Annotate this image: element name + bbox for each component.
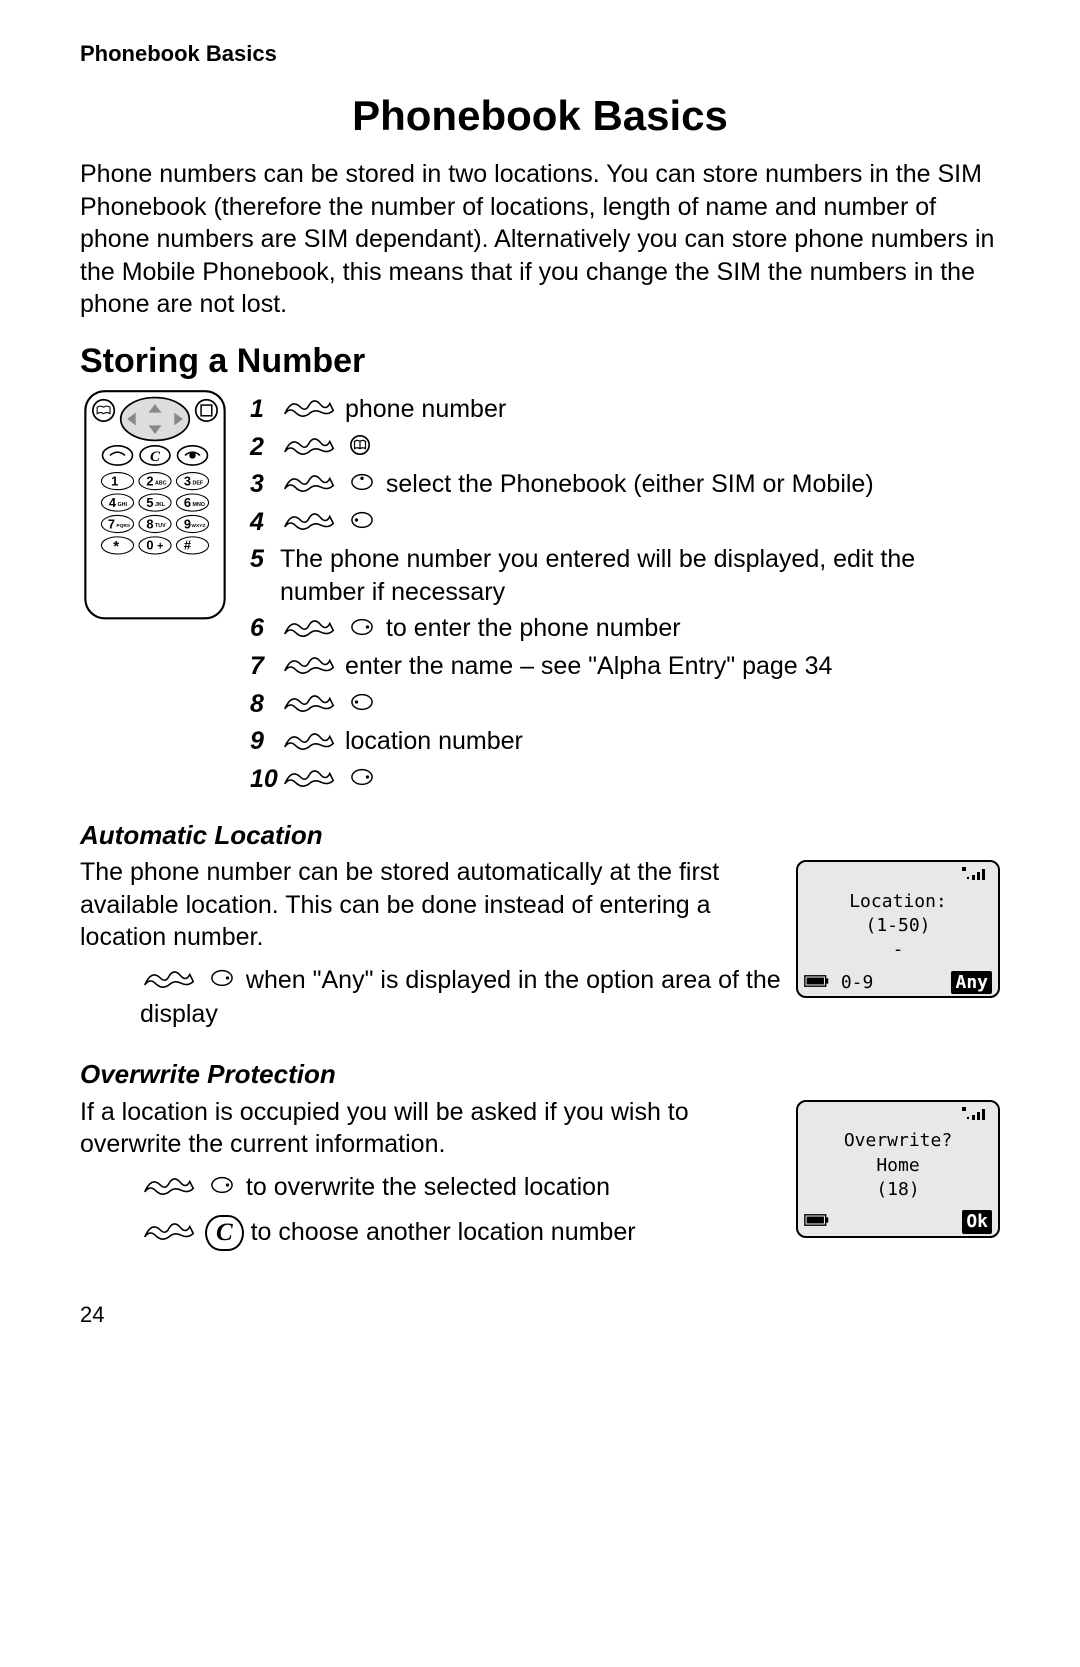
battery-icon xyxy=(804,1210,830,1233)
press-icon xyxy=(283,394,335,427)
svg-text:#: # xyxy=(184,538,191,553)
battery-icon: 0-9 xyxy=(804,971,873,994)
phonebook-icon xyxy=(348,432,372,465)
screen-text: Location: xyxy=(802,890,994,914)
step-text: to enter the phone number xyxy=(386,614,681,642)
press-icon xyxy=(283,507,335,540)
screen-text: (18) xyxy=(802,1178,994,1202)
screen-text: Home xyxy=(802,1154,994,1178)
press-icon xyxy=(283,432,335,465)
step-text: enter the name – see "Alpha Entry" page … xyxy=(345,652,833,680)
svg-text:1: 1 xyxy=(111,473,118,488)
svg-text:GHI: GHI xyxy=(118,502,128,508)
softkey-ok: Ok xyxy=(962,1210,992,1233)
nav-right-icon xyxy=(208,1172,236,1205)
press-icon xyxy=(283,469,335,502)
nav-right-icon xyxy=(348,764,376,797)
nav-right-icon xyxy=(208,965,236,998)
press-icon xyxy=(283,764,335,797)
steps-list: 1 phone number 2 3 select the Phonebook … xyxy=(250,393,1000,797)
subsection-overwrite: Overwrite Protection xyxy=(80,1058,1000,1092)
softkey-any: Any xyxy=(951,971,992,994)
svg-text:ABC: ABC xyxy=(155,480,167,486)
subsection-auto: Automatic Location xyxy=(80,819,1000,853)
svg-text:+: + xyxy=(157,541,163,553)
svg-text:0: 0 xyxy=(146,538,153,553)
nav-left-icon xyxy=(348,689,376,722)
nav-left-icon xyxy=(348,507,376,540)
svg-text:3: 3 xyxy=(184,473,191,488)
press-icon xyxy=(143,1172,195,1205)
phone-illustration: C 1 2ABC 3DEF 4GHI 5JKL 6MNO 7PQRS 8TUV … xyxy=(80,389,240,633)
step-text: select the Phonebook (either SIM or Mobi… xyxy=(386,470,874,498)
phone-screen-location: Location: (1-50) - 0-9 Any xyxy=(796,860,1000,998)
page-title: Phonebook Basics xyxy=(80,89,1000,144)
svg-text:7: 7 xyxy=(108,516,115,531)
svg-text:WXYZ: WXYZ xyxy=(191,523,205,529)
press-icon xyxy=(283,689,335,722)
step-text: The phone number you entered will be dis… xyxy=(280,543,1000,608)
screen-text: Overwrite? xyxy=(802,1129,994,1153)
svg-text:8: 8 xyxy=(146,516,153,531)
section-storing: Storing a Number xyxy=(80,339,1000,383)
svg-text:MNO: MNO xyxy=(192,502,204,508)
screen-text: - xyxy=(802,938,994,962)
press-icon xyxy=(283,727,335,760)
svg-text:TUV: TUV xyxy=(155,523,166,529)
svg-text:5: 5 xyxy=(146,495,153,510)
screen-text: (1-50) xyxy=(802,914,994,938)
press-icon xyxy=(143,1217,195,1250)
step-text: location number xyxy=(345,727,523,755)
svg-text:4: 4 xyxy=(109,495,117,510)
press-icon xyxy=(283,614,335,647)
press-icon xyxy=(143,965,195,998)
nav-right-icon xyxy=(348,614,376,647)
step-text: phone number xyxy=(345,395,506,423)
svg-text:9: 9 xyxy=(184,516,191,531)
c-button-icon: C xyxy=(205,1215,244,1252)
svg-text:*: * xyxy=(113,538,119,555)
svg-text:6: 6 xyxy=(184,495,191,510)
svg-text:2: 2 xyxy=(146,473,153,488)
phone-screen-overwrite: Overwrite? Home (18) Ok xyxy=(796,1100,1000,1238)
page-number: 24 xyxy=(80,1301,1000,1330)
svg-text:DEF: DEF xyxy=(192,480,203,486)
svg-text:C: C xyxy=(150,449,161,465)
press-icon xyxy=(283,651,335,684)
intro-paragraph: Phone numbers can be stored in two locat… xyxy=(80,158,1000,321)
running-header: Phonebook Basics xyxy=(80,40,1000,69)
svg-text:PQRS: PQRS xyxy=(116,523,130,529)
nav-up-icon xyxy=(348,469,376,502)
svg-text:JKL: JKL xyxy=(155,502,166,508)
